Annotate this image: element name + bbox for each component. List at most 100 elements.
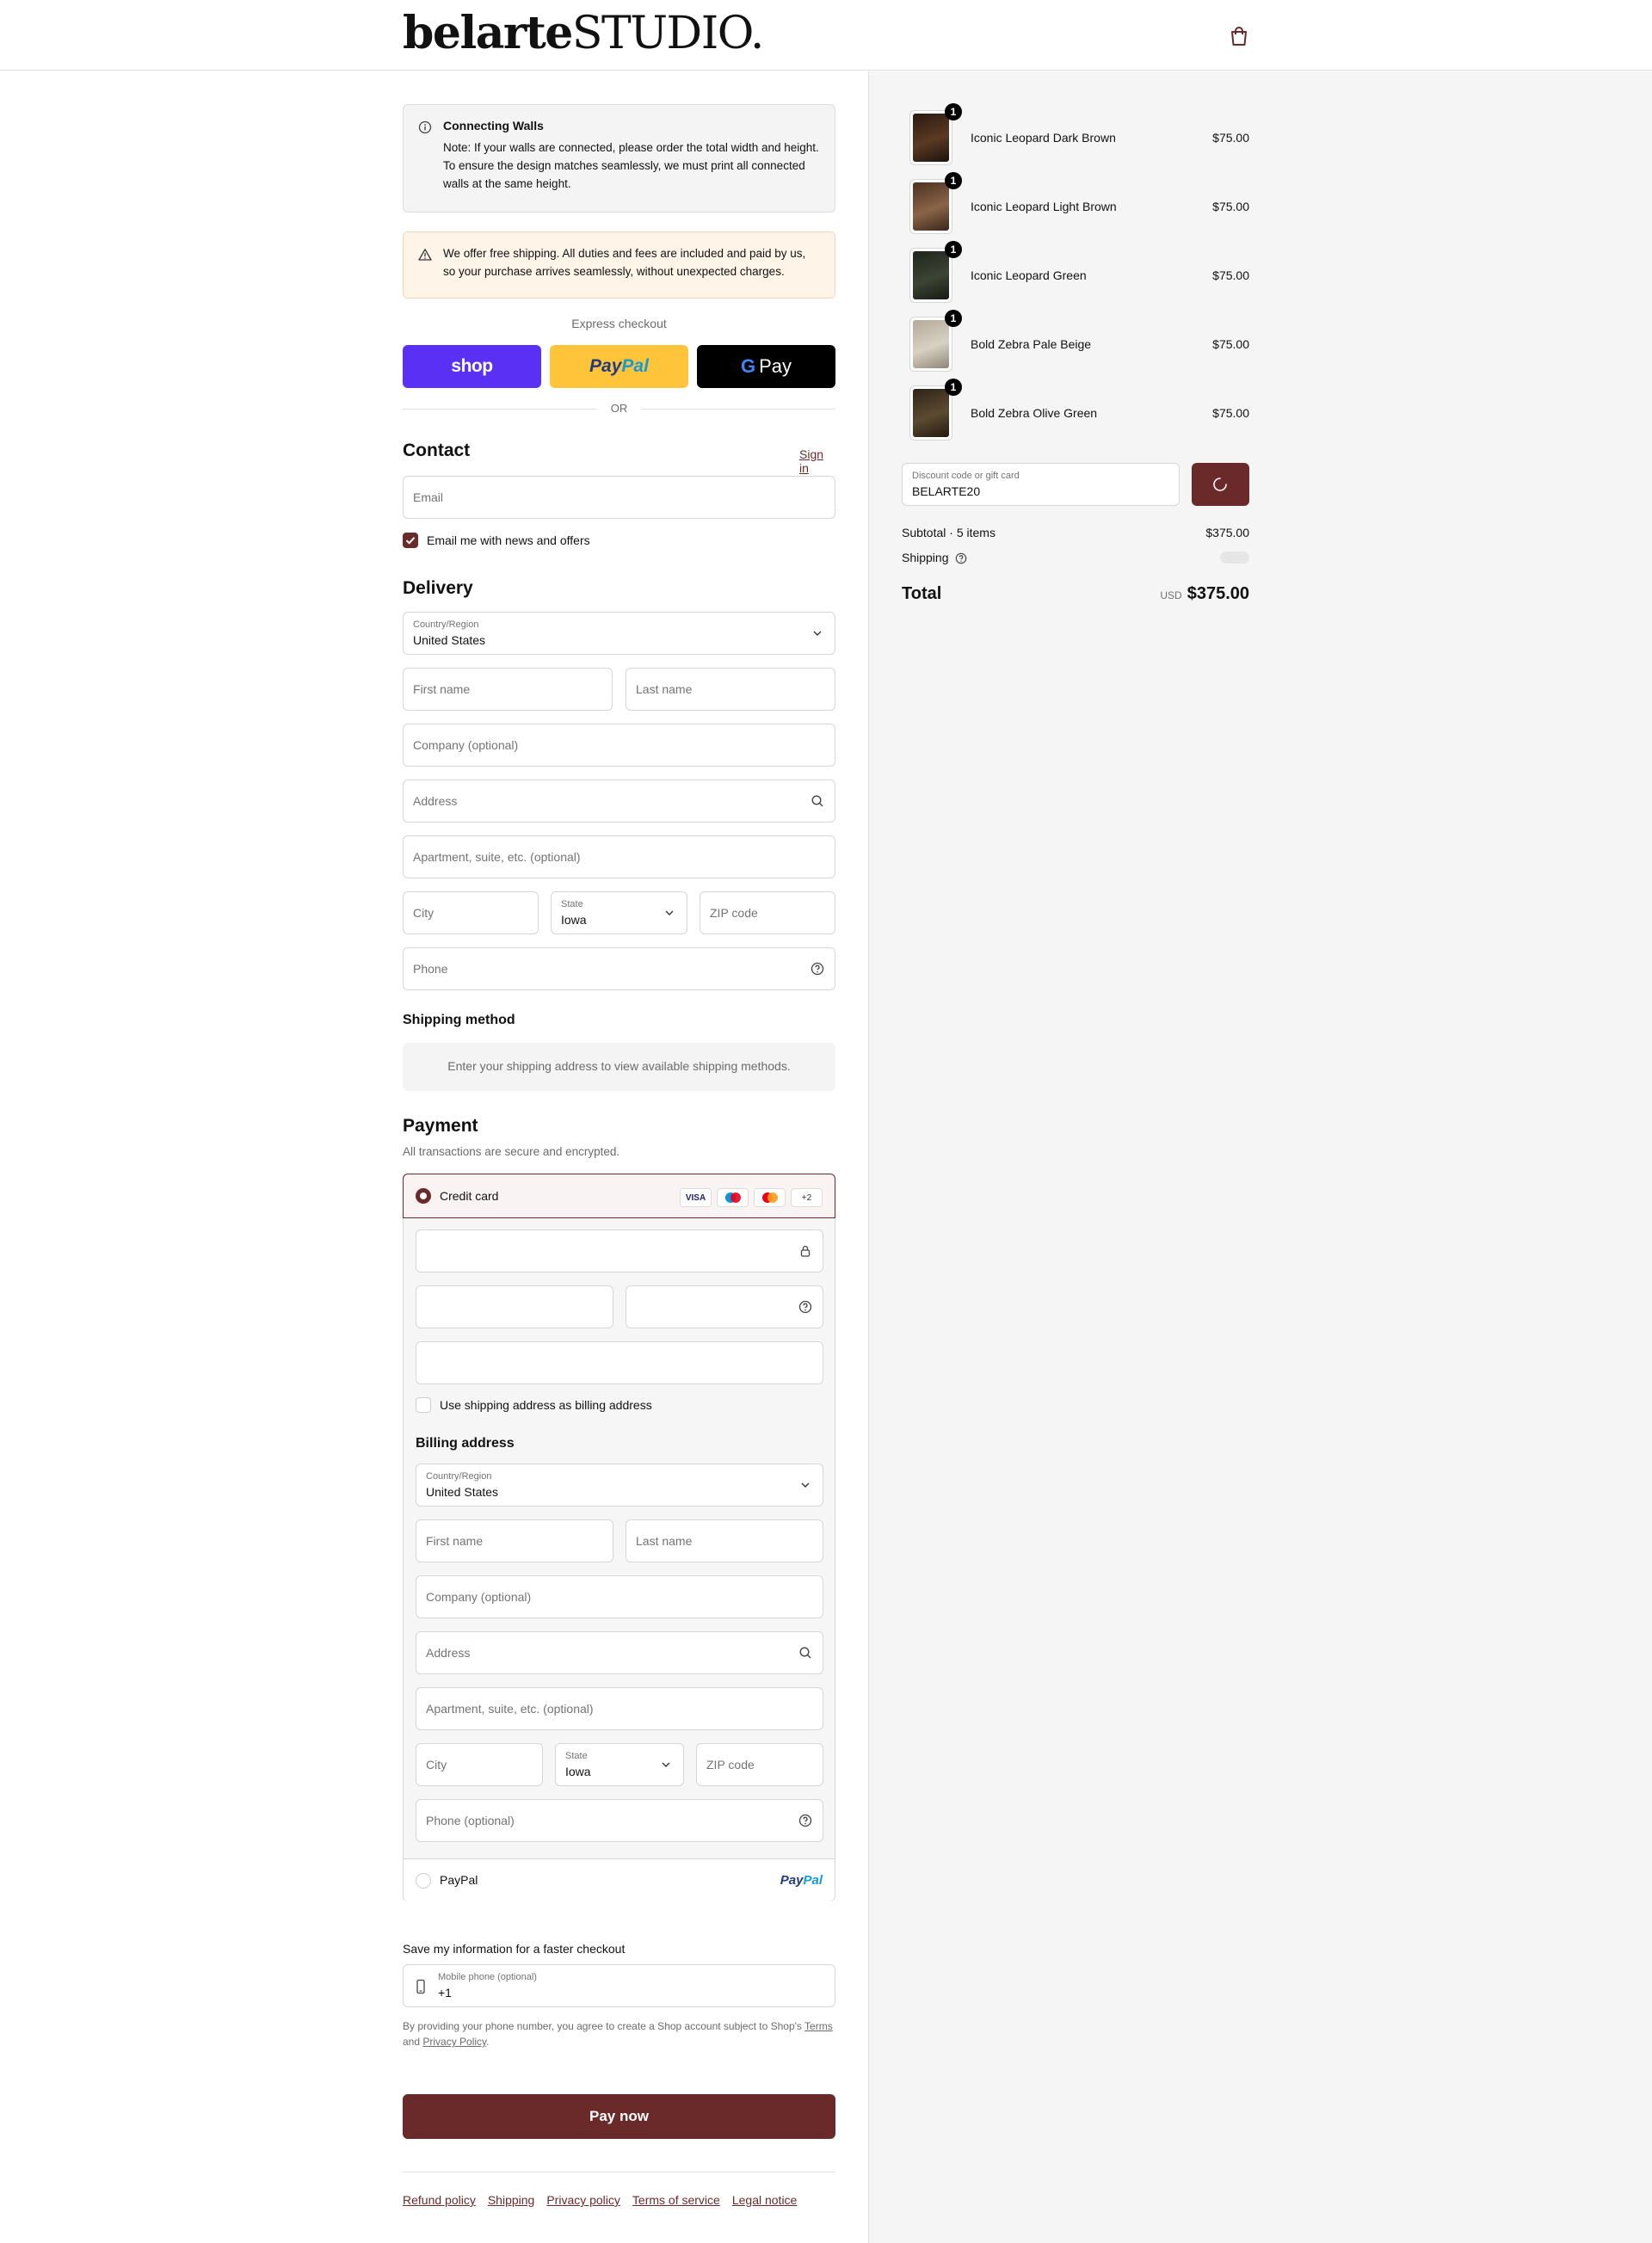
card-name-field[interactable] [416, 1341, 823, 1384]
loading-spinner-icon [1213, 478, 1227, 491]
phone-field[interactable]: Phone [403, 947, 835, 990]
lock-icon [800, 1245, 811, 1257]
city-field[interactable]: City [403, 891, 539, 934]
refund-policy-link[interactable]: Refund policy [403, 2193, 476, 2207]
last-name-field[interactable]: Last name [626, 668, 835, 711]
product-price: $75.00 [1212, 200, 1249, 213]
product-thumbnail [909, 385, 952, 441]
billing-same-checkbox[interactable] [416, 1397, 431, 1413]
product-price: $75.00 [1212, 268, 1249, 282]
credit-card-option[interactable]: Credit card VISA +2 [403, 1174, 835, 1218]
product-thumbnail [909, 179, 952, 234]
product-name: Iconic Leopard Dark Brown [971, 131, 1116, 145]
billing-company-field[interactable]: Company (optional) [416, 1575, 823, 1618]
subtotal-value: $375.00 [1205, 526, 1249, 539]
billing-first-name-field[interactable]: First name [416, 1519, 613, 1562]
product-price: $75.00 [1212, 406, 1249, 420]
help-icon[interactable] [811, 962, 824, 976]
paypal-option[interactable]: PayPal PayPal [404, 1858, 835, 1901]
help-icon[interactable] [955, 552, 967, 564]
discount-code-field[interactable]: Discount code or gift card BELARTE20 [902, 463, 1180, 506]
mastercard-icon [754, 1188, 786, 1207]
subtotal-row: Subtotal · 5 items $375.00 [902, 526, 1249, 539]
shipping-link[interactable]: Shipping [488, 2193, 535, 2207]
billing-address-heading: Billing address [416, 1436, 515, 1451]
quantity-badge: 1 [945, 103, 962, 120]
country-select[interactable]: Country/Region United States [403, 612, 835, 655]
chevron-down-icon [813, 631, 822, 636]
billing-country-select[interactable]: Country/Region United States [416, 1463, 823, 1507]
legal-notice-link[interactable]: Legal notice [732, 2193, 798, 2207]
card-number-field[interactable] [416, 1229, 823, 1272]
product-thumbnail [909, 317, 952, 372]
company-field[interactable]: Company (optional) [403, 724, 835, 767]
terms-text: By providing your phone number, you agre… [403, 2020, 833, 2048]
footer-links: Refund policy Shipping Privacy policy Terms… [403, 2193, 835, 2207]
cart-item: 1 Iconic Leopard Green $75.00 [902, 241, 1249, 317]
google-pay-button[interactable]: G Pay [697, 345, 835, 388]
pay-now-button[interactable]: Pay now [403, 2094, 835, 2139]
connecting-walls-notice: Connecting Walls Note: If your walls are… [403, 104, 835, 213]
card-cvv-field[interactable] [626, 1285, 823, 1328]
notice-title: Connecting Walls [443, 119, 544, 132]
billing-state-select[interactable]: State Iowa [555, 1743, 684, 1786]
more-cards-badge: +2 [791, 1188, 823, 1207]
paypal-express-button[interactable]: Pay Pal [550, 345, 688, 388]
news-offers-checkbox[interactable] [403, 533, 418, 548]
total-row: Total USD $375.00 [902, 584, 1249, 604]
credit-card-radio[interactable] [416, 1188, 431, 1204]
product-name: Iconic Leopard Green [971, 268, 1087, 282]
card-expiry-field[interactable] [416, 1285, 613, 1328]
terms-of-service-link[interactable]: Terms of service [632, 2193, 720, 2207]
address-field[interactable]: Address [403, 780, 835, 823]
credit-card-label: Credit card [440, 1189, 499, 1203]
help-icon[interactable] [798, 1814, 812, 1827]
billing-apartment-field[interactable]: Apartment, suite, etc. (optional) [416, 1687, 823, 1730]
visa-icon: VISA [680, 1188, 712, 1207]
save-info-heading: Save my information for a faster checkou… [403, 1942, 626, 1956]
email-field[interactable]: Email [403, 476, 835, 519]
cart-item: 1 Bold Zebra Pale Beige $75.00 [902, 310, 1249, 385]
notice-text: Note: If your walls are connected, pleas… [443, 141, 819, 190]
shipping-loading-placeholder [1220, 552, 1249, 564]
header: belarteSTUDIO. [0, 0, 1652, 71]
billing-zip-field[interactable]: ZIP code [696, 1743, 823, 1786]
mobile-phone-field[interactable]: Mobile phone (optional) +1 [403, 1964, 835, 2007]
shipping-row: Shipping [902, 550, 1249, 564]
cart-item: 1 Bold Zebra Olive Green $75.00 [902, 379, 1249, 454]
mobile-phone-icon [416, 1979, 425, 1994]
paypal-radio[interactable] [416, 1873, 431, 1889]
payment-subtitle: All transactions are secure and encrypte… [403, 1145, 620, 1158]
help-icon[interactable] [798, 1300, 812, 1314]
billing-last-name-field[interactable]: Last name [626, 1519, 823, 1562]
privacy-policy-footer-link[interactable]: Privacy policy [546, 2193, 620, 2207]
first-name-field[interactable]: First name [403, 668, 613, 711]
cart-bag-icon[interactable] [1229, 24, 1249, 48]
state-select[interactable]: State Iowa [551, 891, 687, 934]
apply-discount-button[interactable] [1192, 463, 1249, 506]
payment-heading: Payment [403, 1116, 478, 1136]
total-value: $375.00 [1187, 584, 1249, 603]
apartment-field[interactable]: Apartment, suite, etc. (optional) [403, 835, 835, 878]
sign-in-link[interactable]: Sign in [799, 447, 835, 475]
product-price: $75.00 [1212, 131, 1249, 145]
billing-city-field[interactable]: City [416, 1743, 543, 1786]
shipping-label: Shipping [902, 551, 949, 564]
privacy-policy-link[interactable]: Privacy Policy [422, 2036, 486, 2048]
terms-link[interactable]: Terms [804, 2020, 833, 2032]
quantity-badge: 1 [945, 241, 962, 258]
search-icon [811, 795, 823, 807]
product-name: Bold Zebra Pale Beige [971, 337, 1092, 351]
zip-field[interactable]: ZIP code [700, 891, 835, 934]
notice-text: We offer free shipping. All duties and f… [443, 247, 806, 278]
quantity-badge: 1 [945, 379, 962, 396]
chevron-down-icon [665, 910, 674, 915]
payment-methods: Credit card VISA +2 Use shipping address… [403, 1174, 835, 1901]
billing-address-field[interactable]: Address [416, 1631, 823, 1674]
shop-pay-button[interactable]: shop [403, 345, 541, 388]
billing-phone-field[interactable]: Phone (optional) [416, 1799, 823, 1842]
quantity-badge: 1 [945, 310, 962, 327]
quantity-badge: 1 [945, 172, 962, 189]
shipping-method-heading: Shipping method [403, 1013, 515, 1027]
brand-logo[interactable]: belarteSTUDIO. [403, 7, 764, 59]
